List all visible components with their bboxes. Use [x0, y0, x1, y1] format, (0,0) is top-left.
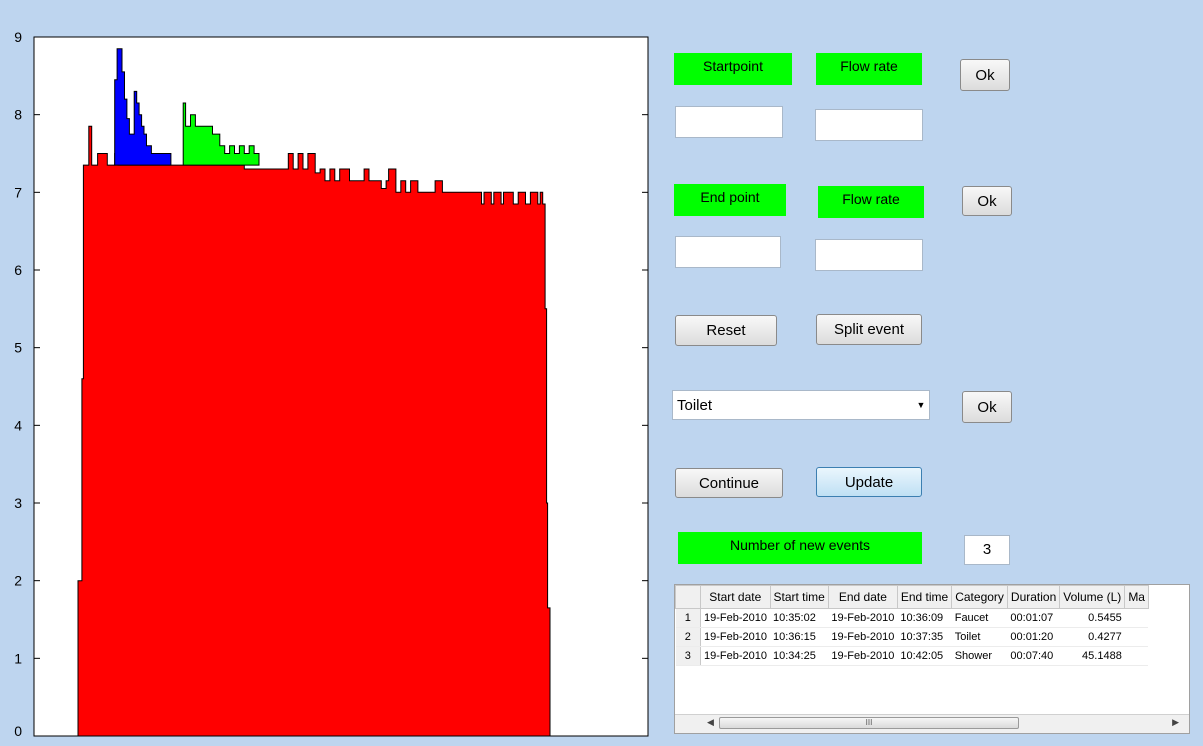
- startpoint-label: Startpoint: [674, 53, 792, 85]
- table-row[interactable]: 1 19-Feb-2010 10:35:02 19-Feb-2010 10:36…: [675, 608, 1149, 628]
- category-selected-value: Toilet: [677, 397, 713, 414]
- events-table[interactable]: Start date Start time End date End time …: [674, 584, 1190, 734]
- y-tick-label: 3: [14, 495, 22, 511]
- y-tick-label: 7: [14, 184, 22, 200]
- y-tick-label: 6: [14, 262, 22, 278]
- continue-button[interactable]: Continue: [675, 468, 783, 498]
- flow-chart: 0 1 2 3 4 5 6 7 8 9: [14, 29, 649, 739]
- table-cell[interactable]: 45.1488: [1059, 646, 1125, 666]
- table-corner-cell: [675, 585, 701, 609]
- table-cell[interactable]: 10:35:02: [770, 608, 829, 628]
- table-cell[interactable]: 00:01:20: [1007, 627, 1060, 647]
- number-of-new-events-value: 3: [964, 535, 1010, 565]
- scrollbar-thumb[interactable]: III: [719, 717, 1019, 729]
- table-header-row: Start date Start time End date End time …: [675, 585, 1149, 609]
- start-flow-rate-label: Flow rate: [816, 53, 922, 85]
- table-row[interactable]: 3 19-Feb-2010 10:34:25 19-Feb-2010 10:42…: [675, 646, 1149, 666]
- table-cell[interactable]: 19-Feb-2010: [700, 646, 770, 666]
- row-number: 3: [675, 646, 701, 666]
- table-cell[interactable]: 00:01:07: [1007, 608, 1060, 628]
- reset-button[interactable]: Reset: [675, 315, 777, 346]
- table-cell[interactable]: 19-Feb-2010: [828, 646, 898, 666]
- table-cell[interactable]: 10:42:05: [897, 646, 952, 666]
- column-header[interactable]: End time: [896, 585, 953, 609]
- dropdown-arrow-icon[interactable]: ▼: [913, 391, 929, 419]
- column-header[interactable]: Duration: [1006, 585, 1061, 609]
- scroll-right-icon[interactable]: ▶: [1172, 717, 1179, 728]
- column-header[interactable]: Volume (L): [1059, 585, 1126, 609]
- table-cell[interactable]: 19-Feb-2010: [700, 608, 770, 628]
- table-cell[interactable]: 10:37:35: [897, 627, 952, 647]
- scroll-left-icon[interactable]: ◀: [707, 717, 714, 728]
- y-tick-label: 8: [14, 107, 22, 123]
- start-flow-rate-input[interactable]: [815, 109, 923, 141]
- horizontal-scrollbar[interactable]: ◀ III ▶: [675, 714, 1189, 733]
- y-tick-label: 2: [14, 573, 22, 589]
- row-number: 1: [675, 608, 701, 628]
- series-0-area: [77, 125, 551, 737]
- table-cell[interactable]: 0.4277: [1059, 627, 1125, 647]
- table-row[interactable]: 2 19-Feb-2010 10:36:15 19-Feb-2010 10:37…: [675, 627, 1149, 647]
- table-cell[interactable]: 10:36:15: [770, 627, 829, 647]
- ok-end-button[interactable]: Ok: [962, 186, 1012, 216]
- number-of-new-events-label: Number of new events: [678, 532, 922, 564]
- y-tick-label: 9: [14, 29, 22, 45]
- table-cell[interactable]: 19-Feb-2010: [828, 608, 898, 628]
- column-header[interactable]: End date: [827, 585, 898, 609]
- category-dropdown[interactable]: Toilet ▼: [672, 390, 930, 420]
- column-header[interactable]: Start date: [700, 585, 771, 609]
- table-cell[interactable]: Faucet: [951, 608, 1008, 628]
- row-number: 2: [675, 627, 701, 647]
- startpoint-input[interactable]: [675, 106, 783, 138]
- update-button[interactable]: Update: [816, 467, 922, 497]
- table-cell[interactable]: [1124, 627, 1149, 647]
- split-event-button[interactable]: Split event: [816, 314, 922, 345]
- column-header[interactable]: Start time: [769, 585, 829, 609]
- table-cell[interactable]: 19-Feb-2010: [700, 627, 770, 647]
- column-header[interactable]: Ma: [1124, 585, 1149, 609]
- table-cell[interactable]: [1124, 646, 1149, 666]
- end-flow-rate-label: Flow rate: [818, 186, 924, 218]
- endpoint-input[interactable]: [675, 236, 781, 268]
- ok-category-button[interactable]: Ok: [962, 391, 1012, 423]
- ok-start-button[interactable]: Ok: [960, 59, 1010, 91]
- end-flow-rate-input[interactable]: [815, 239, 923, 271]
- table-cell[interactable]: 10:36:09: [897, 608, 952, 628]
- table-cell[interactable]: Shower: [951, 646, 1008, 666]
- column-header[interactable]: Category: [951, 585, 1008, 609]
- y-tick-label: 1: [14, 650, 22, 666]
- table-cell[interactable]: 19-Feb-2010: [828, 627, 898, 647]
- endpoint-label: End point: [674, 184, 786, 216]
- table-cell[interactable]: [1124, 608, 1149, 628]
- table-cell[interactable]: 0.5455: [1059, 608, 1125, 628]
- table-cell[interactable]: 10:34:25: [770, 646, 829, 666]
- y-tick-label: 5: [14, 340, 22, 356]
- table-cell[interactable]: 00:07:40: [1007, 646, 1060, 666]
- y-tick-label: 0: [14, 723, 22, 739]
- table-cell[interactable]: Toilet: [951, 627, 1008, 647]
- y-tick-label: 4: [14, 417, 22, 433]
